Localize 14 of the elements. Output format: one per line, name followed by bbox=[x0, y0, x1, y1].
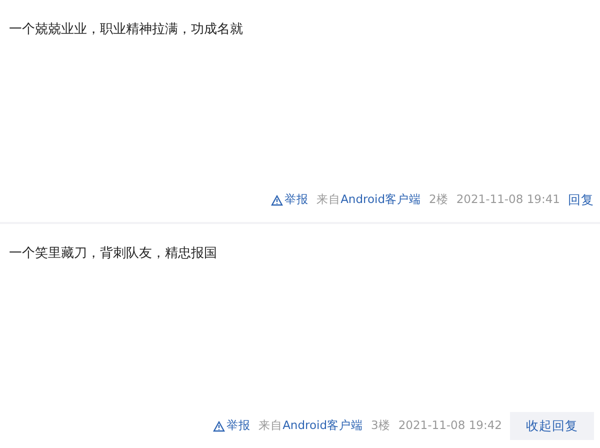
report-link[interactable]: 举报 bbox=[212, 417, 251, 435]
post-text: 一个兢兢业业，职业精神拉满，功成名就 bbox=[9, 21, 244, 39]
report-link[interactable]: 举报 bbox=[270, 191, 309, 209]
reply-link[interactable]: 回复 bbox=[568, 190, 594, 210]
collapse-replies-button[interactable]: 收起回复 bbox=[510, 412, 594, 440]
source-label: 来自 Android客户端 bbox=[258, 417, 364, 434]
post-time: 2021-11-08 19:41 bbox=[456, 191, 560, 208]
warning-icon bbox=[212, 420, 225, 432]
floor-number: 3楼 bbox=[371, 417, 390, 434]
source-label: 来自 Android客户端 bbox=[316, 191, 422, 208]
floor-number: 2楼 bbox=[429, 191, 448, 208]
post-text: 一个笑里藏刀，背刺队友，精忠报国 bbox=[9, 245, 218, 263]
post-time: 2021-11-08 19:42 bbox=[398, 417, 502, 434]
warning-icon bbox=[270, 194, 283, 206]
